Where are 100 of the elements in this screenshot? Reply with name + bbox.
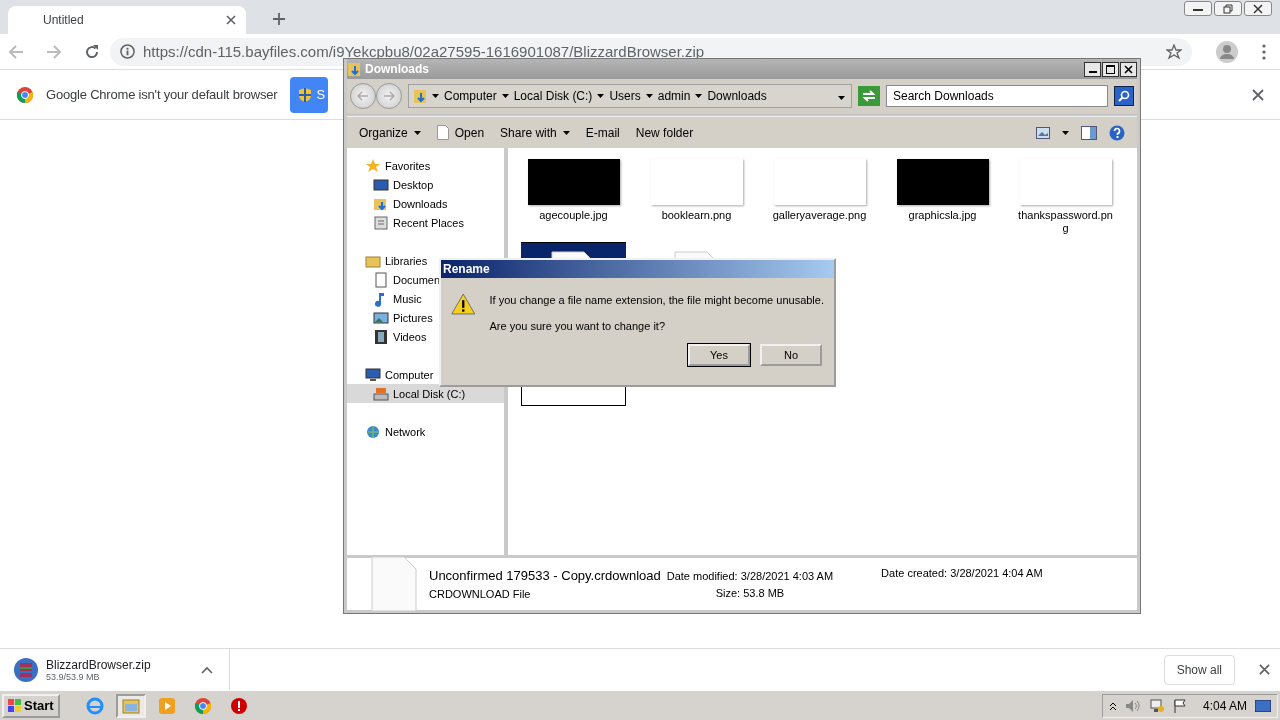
profile-icon[interactable] — [1216, 40, 1238, 63]
forward-arrow-icon — [383, 91, 395, 101]
show-desktop-icon[interactable] — [1255, 699, 1271, 712]
url-text: https://cdn-115.bayfiles.com/i9Yekcpbu8/02a27595-1616901087/BlizzardBrowser.zip — [143, 43, 705, 60]
dialog-message: If you change a file name extension, the file might become unusable. — [489, 294, 824, 306]
search-icon — [1118, 90, 1130, 102]
globe-icon — [365, 423, 381, 440]
view-icon[interactable] — [1036, 126, 1050, 139]
nav-item[interactable]: Computer — [347, 365, 504, 384]
show-all-button[interactable]: Show all — [1163, 654, 1235, 685]
caret-icon — [1062, 130, 1069, 135]
download-size: 53.9/53.9 MB — [46, 671, 100, 682]
address-bar[interactable]: Computer Local Disk (C:) Users admin Downloads — [408, 84, 852, 108]
caret-icon — [501, 94, 509, 98]
document-icon — [436, 125, 449, 140]
shield-icon — [296, 86, 313, 103]
breadcrumb-item[interactable]: Downloads — [707, 89, 767, 103]
caret-icon — [645, 94, 653, 98]
file-name: Unconfirmed 179533 - Copy.crdownload — [429, 568, 661, 583]
download-filename: BlizzardBrowser.zip — [46, 657, 151, 672]
command-button[interactable]: E-mail — [585, 125, 620, 140]
nav-item[interactable]: Recent Places — [347, 213, 504, 232]
refresh-icon[interactable] — [858, 86, 880, 106]
chevron-up-icon[interactable] — [1108, 700, 1117, 711]
picture-icon — [373, 309, 389, 326]
help-icon[interactable] — [1109, 124, 1125, 141]
computer-icon — [365, 366, 381, 383]
new-tab-icon[interactable] — [272, 12, 286, 26]
minimize-button[interactable] — [1084, 61, 1101, 77]
command-button[interactable]: Share with — [500, 125, 570, 140]
minimize-button[interactable] — [1184, 1, 1212, 16]
close-icon[interactable] — [226, 15, 236, 25]
default-browser-message: Google Chrome isn't your default browser — [46, 87, 278, 102]
search-field[interactable]: Search Downloads — [886, 85, 1108, 107]
set-default-button[interactable]: S — [289, 76, 328, 113]
command-button[interactable]: New folder — [635, 125, 694, 140]
command-button[interactable]: Open — [436, 125, 485, 140]
nav-item[interactable]: Network — [347, 422, 504, 441]
chrome-icon — [16, 85, 34, 104]
caret-icon — [413, 130, 421, 135]
restore-icon — [1223, 3, 1233, 14]
drive-icon — [373, 385, 389, 402]
breadcrumb-item[interactable]: admin — [657, 89, 691, 103]
preview-pane-icon[interactable] — [1081, 125, 1097, 140]
file-item[interactable]: agecouple.jpg — [521, 158, 626, 236]
file-item[interactable]: galleryaverage.png — [767, 158, 872, 236]
document-icon — [373, 271, 389, 288]
flag-icon[interactable] — [1172, 698, 1187, 713]
browser-icon — [85, 696, 104, 715]
maximize-icon — [1106, 64, 1115, 74]
date-modified: Date modified: 3/28/2021 4:03 AM — [666, 569, 834, 582]
nav-item[interactable]: Local Disk (C:) — [347, 384, 504, 403]
tab-title: Untitled — [43, 13, 84, 27]
dialog-title: Rename — [441, 260, 834, 278]
close-icon — [1253, 3, 1263, 14]
breadcrumb-item[interactable]: Computer — [444, 89, 497, 103]
file-item[interactable]: booklearn.png — [644, 158, 749, 236]
close-icon[interactable] — [1252, 88, 1264, 101]
search-button[interactable] — [1114, 86, 1134, 106]
start-button[interactable]: Start — [2, 693, 60, 718]
maximize-button[interactable] — [1102, 61, 1119, 77]
browser-tab[interactable]: Untitled — [8, 6, 246, 34]
caret-icon — [432, 94, 439, 98]
network-icon[interactable] — [1148, 698, 1165, 713]
date-created: Date created: 3/28/2021 4:04 AM — [881, 567, 1043, 579]
caret-icon — [695, 94, 703, 98]
star-icon[interactable] — [1166, 43, 1182, 60]
file-size: Size: 53.8 MB — [715, 586, 785, 599]
dialog-button[interactable]: No — [760, 344, 822, 366]
breadcrumb-item[interactable]: Local Disk (C:) — [513, 89, 593, 103]
caret-icon[interactable] — [201, 665, 213, 674]
monitor-icon — [373, 176, 389, 193]
file-item[interactable]: thankspassword.png — [1013, 158, 1118, 236]
caret-icon — [562, 130, 570, 135]
file-item[interactable]: graphicsla.jpg — [890, 158, 995, 236]
caret-icon — [838, 96, 845, 100]
dialog-message: Are you sure you want to change it? — [489, 320, 666, 332]
menu-icon[interactable] — [1262, 43, 1266, 60]
close-button[interactable] — [1120, 61, 1137, 77]
nav-item[interactable]: Desktop — [347, 175, 504, 194]
dialog-button[interactable]: Yes — [688, 344, 750, 366]
folder-icon — [413, 88, 427, 104]
close-button[interactable] — [1244, 1, 1272, 16]
nav-item[interactable]: Downloads — [347, 194, 504, 213]
stop-icon — [229, 696, 248, 715]
chrome-icon — [193, 696, 212, 715]
star-icon — [365, 157, 381, 174]
reload-icon[interactable] — [84, 43, 100, 60]
clock[interactable]: 4:04 AM — [1202, 698, 1247, 713]
recent-places-icon — [373, 214, 389, 231]
folder-icon — [121, 697, 140, 714]
command-button[interactable]: Organize — [359, 125, 421, 140]
media-player-icon — [157, 696, 176, 715]
breadcrumb-item[interactable]: Users — [609, 89, 641, 103]
folder-icon — [347, 61, 361, 77]
restore-button[interactable] — [1214, 1, 1242, 16]
close-icon[interactable] — [1259, 664, 1270, 675]
archive-icon — [14, 657, 38, 682]
caret-icon — [597, 94, 605, 98]
nav-item[interactable]: Favorites — [347, 156, 504, 175]
